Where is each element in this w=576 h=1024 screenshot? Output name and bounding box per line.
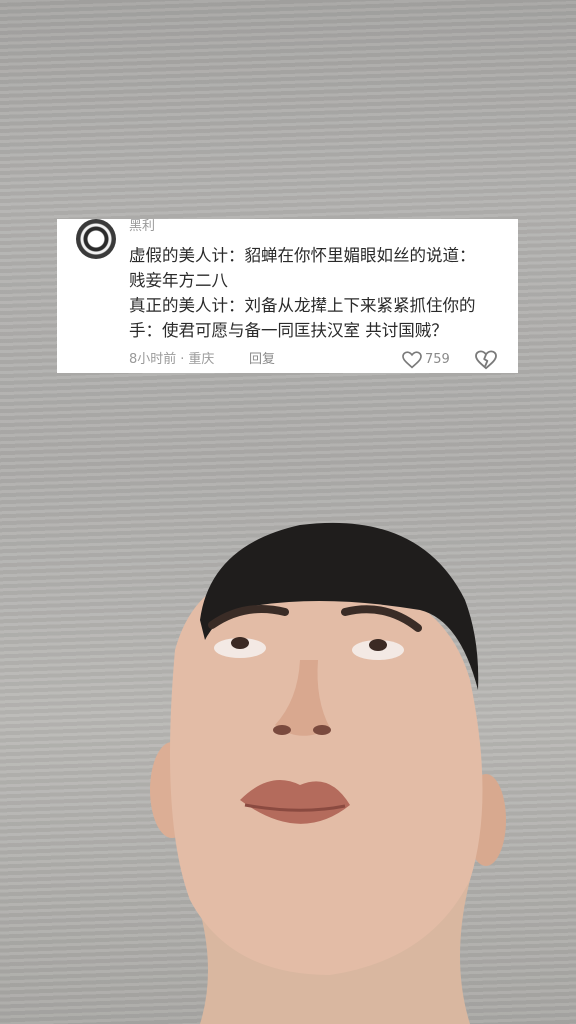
reply-button[interactable]: 回复 [249,352,275,368]
comment-location: 重庆 [188,352,215,367]
broken-heart-icon[interactable] [475,350,497,370]
comment-text: 虚假的美人计：貂蝉在你怀里媚眼如丝的说道： 贱妾年方二八 真正的美人计：刘备从龙… [129,243,509,343]
comment-time: 8小时前 [129,352,177,367]
comment-meta: 8小时前 · 重庆 [129,352,214,368]
meta-separator: · [180,352,185,367]
heart-icon [402,351,422,369]
comment-line-1: 虚假的美人计：貂蝉在你怀里媚眼如丝的说道： [129,246,476,265]
comment-line-4: 手：使君可愿与备一同匡扶汉室 共讨国贼？ [129,321,448,340]
avatar[interactable] [76,219,116,259]
like-count: 759 [425,352,450,367]
comment-card: 黑利 虚假的美人计：貂蝉在你怀里媚眼如丝的说道： 贱妾年方二八 真正的美人计：刘… [57,219,518,373]
comment-line-3: 真正的美人计：刘备从龙撵上下来紧紧抓住你的 [129,296,476,315]
like-button[interactable]: 759 [402,351,450,369]
person-face-illustration [150,522,506,1024]
comment-line-2: 贱妾年方二八 [129,271,228,290]
comment-username[interactable]: 黑利 [129,219,155,235]
